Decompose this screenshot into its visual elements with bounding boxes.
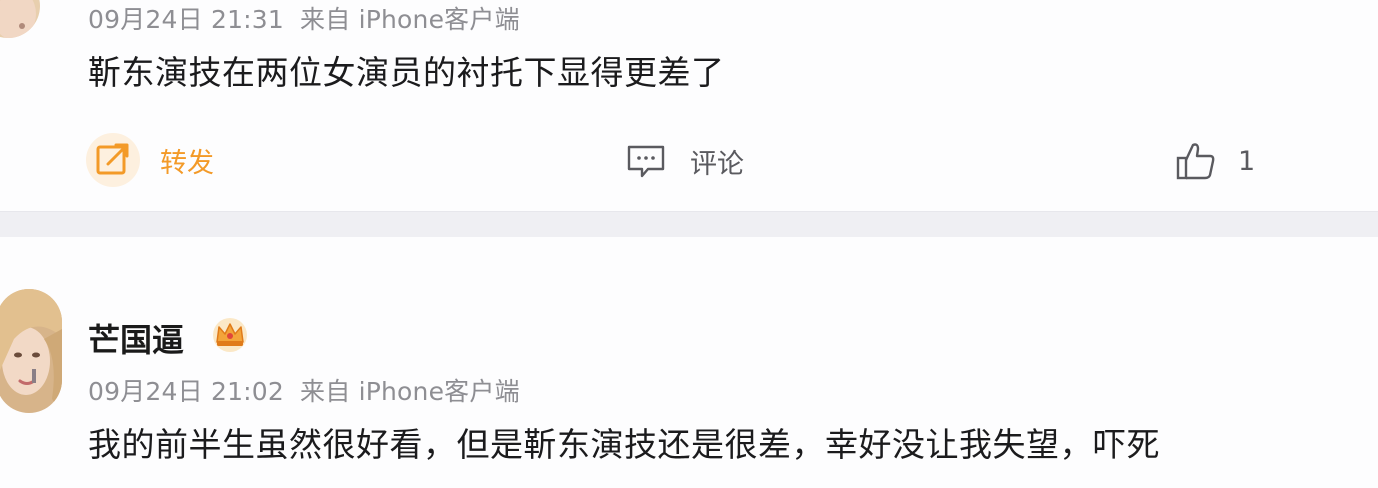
avatar[interactable] [0, 0, 40, 38]
crown-icon [210, 315, 250, 357]
thumbs-up-icon [1176, 140, 1216, 182]
feed-post: 09月24日 21:31 来自 iPhone客户端 靳东演技在两位女演员的衬托下显… [0, 0, 1378, 211]
comment-icon [626, 141, 666, 181]
post-source: 来自 iPhone客户端 [300, 5, 520, 34]
post-date: 09月24日 21:02 [88, 377, 285, 406]
forward-icon [86, 133, 140, 187]
post-meta: 09月24日 21:31 来自 iPhone客户端 [88, 0, 520, 36]
comment-button[interactable]: 评论 [626, 141, 744, 181]
post-text: 我的前半生虽然很好看，但是靳东演技还是很差，幸好没让我失望，吓死 [88, 425, 1160, 464]
forward-label: 转发 [160, 147, 214, 179]
avatar[interactable] [0, 289, 62, 413]
post-source: 来自 iPhone客户端 [300, 377, 520, 406]
author-name[interactable]: 芒国逼 [88, 315, 184, 361]
like-button[interactable]: 1 [1176, 140, 1255, 182]
comment-label: 评论 [690, 148, 744, 180]
feed-post: 芒国逼 09月24日 21:02 来自 iPhone客户端 我的前半生虽然很好看，… [0, 237, 1378, 488]
like-count: 1 [1238, 145, 1256, 177]
post-divider [0, 211, 1378, 237]
post-meta: 09月24日 21:02 来自 iPhone客户端 [88, 372, 520, 408]
forward-button[interactable]: 转发 [86, 133, 214, 187]
post-date: 09月24日 21:31 [88, 5, 285, 34]
post-text: 靳东演技在两位女演员的衬托下显得更差了 [88, 53, 725, 92]
